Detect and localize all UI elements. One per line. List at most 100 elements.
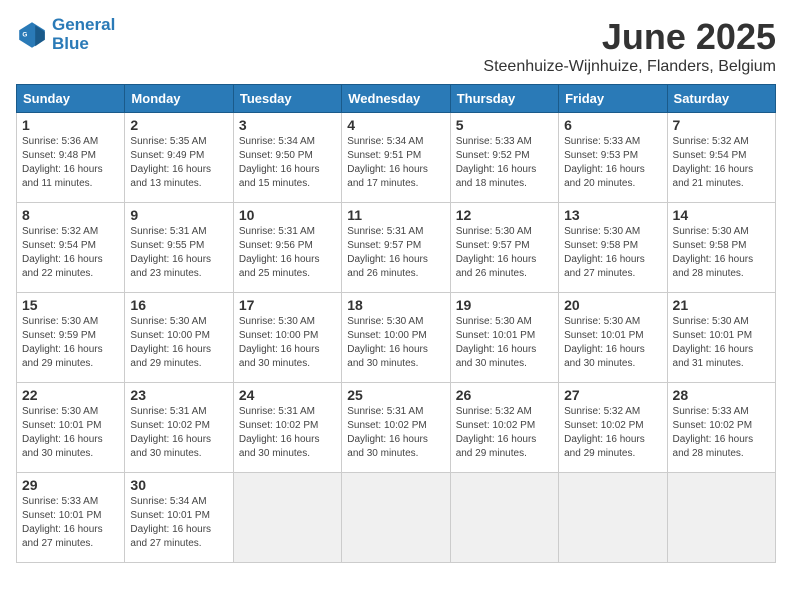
logo-line1: General — [52, 15, 115, 34]
col-saturday: Saturday — [667, 85, 775, 113]
col-friday: Friday — [559, 85, 667, 113]
calendar-cell — [450, 473, 558, 563]
day-info: Sunrise: 5:30 AMSunset: 10:00 PMDaylight… — [239, 316, 320, 369]
day-info: Sunrise: 5:30 AMSunset: 10:01 PMDaylight… — [673, 316, 754, 369]
day-number: 3 — [239, 117, 336, 133]
calendar-cell: 11 Sunrise: 5:31 AMSunset: 9:57 PMDaylig… — [342, 203, 450, 293]
day-info: Sunrise: 5:33 AMSunset: 10:02 PMDaylight… — [673, 406, 754, 459]
col-wednesday: Wednesday — [342, 85, 450, 113]
day-info: Sunrise: 5:32 AMSunset: 10:02 PMDaylight… — [456, 406, 537, 459]
month-title: June 2025 — [483, 16, 776, 58]
calendar-week-2: 8 Sunrise: 5:32 AMSunset: 9:54 PMDayligh… — [17, 203, 776, 293]
day-info: Sunrise: 5:31 AMSunset: 9:55 PMDaylight:… — [130, 226, 211, 279]
calendar-cell: 12 Sunrise: 5:30 AMSunset: 9:57 PMDaylig… — [450, 203, 558, 293]
calendar-week-4: 22 Sunrise: 5:30 AMSunset: 10:01 PMDayli… — [17, 383, 776, 473]
day-number: 24 — [239, 387, 336, 403]
day-info: Sunrise: 5:31 AMSunset: 10:02 PMDaylight… — [130, 406, 211, 459]
day-number: 11 — [347, 207, 444, 223]
day-info: Sunrise: 5:33 AMSunset: 9:53 PMDaylight:… — [564, 136, 645, 189]
day-number: 14 — [673, 207, 770, 223]
calendar-cell: 13 Sunrise: 5:30 AMSunset: 9:58 PMDaylig… — [559, 203, 667, 293]
calendar-cell: 25 Sunrise: 5:31 AMSunset: 10:02 PMDayli… — [342, 383, 450, 473]
calendar-cell: 5 Sunrise: 5:33 AMSunset: 9:52 PMDayligh… — [450, 113, 558, 203]
calendar-week-1: 1 Sunrise: 5:36 AMSunset: 9:48 PMDayligh… — [17, 113, 776, 203]
logo-icon: G — [16, 19, 48, 51]
calendar-cell: 29 Sunrise: 5:33 AMSunset: 10:01 PMDayli… — [17, 473, 125, 563]
day-number: 30 — [130, 477, 227, 493]
calendar-week-3: 15 Sunrise: 5:30 AMSunset: 9:59 PMDaylig… — [17, 293, 776, 383]
logo-line2: Blue — [52, 35, 115, 54]
calendar-cell: 18 Sunrise: 5:30 AMSunset: 10:00 PMDayli… — [342, 293, 450, 383]
day-info: Sunrise: 5:34 AMSunset: 9:50 PMDaylight:… — [239, 136, 320, 189]
calendar-cell: 20 Sunrise: 5:30 AMSunset: 10:01 PMDayli… — [559, 293, 667, 383]
day-number: 6 — [564, 117, 661, 133]
calendar-cell: 2 Sunrise: 5:35 AMSunset: 9:49 PMDayligh… — [125, 113, 233, 203]
day-info: Sunrise: 5:30 AMSunset: 9:57 PMDaylight:… — [456, 226, 537, 279]
day-number: 7 — [673, 117, 770, 133]
day-number: 20 — [564, 297, 661, 313]
day-info: Sunrise: 5:36 AMSunset: 9:48 PMDaylight:… — [22, 136, 103, 189]
header: G General Blue June 2025 Steenhuize-Wijn… — [16, 16, 776, 76]
calendar-cell: 6 Sunrise: 5:33 AMSunset: 9:53 PMDayligh… — [559, 113, 667, 203]
col-monday: Monday — [125, 85, 233, 113]
calendar-cell: 14 Sunrise: 5:30 AMSunset: 9:58 PMDaylig… — [667, 203, 775, 293]
day-number: 27 — [564, 387, 661, 403]
calendar-cell: 15 Sunrise: 5:30 AMSunset: 9:59 PMDaylig… — [17, 293, 125, 383]
calendar-cell: 9 Sunrise: 5:31 AMSunset: 9:55 PMDayligh… — [125, 203, 233, 293]
day-info: Sunrise: 5:32 AMSunset: 9:54 PMDaylight:… — [673, 136, 754, 189]
calendar-cell: 19 Sunrise: 5:30 AMSunset: 10:01 PMDayli… — [450, 293, 558, 383]
day-number: 1 — [22, 117, 119, 133]
calendar-cell: 24 Sunrise: 5:31 AMSunset: 10:02 PMDayli… — [233, 383, 341, 473]
day-info: Sunrise: 5:30 AMSunset: 9:58 PMDaylight:… — [673, 226, 754, 279]
day-number: 5 — [456, 117, 553, 133]
calendar-cell: 10 Sunrise: 5:31 AMSunset: 9:56 PMDaylig… — [233, 203, 341, 293]
day-number: 9 — [130, 207, 227, 223]
day-info: Sunrise: 5:31 AMSunset: 10:02 PMDaylight… — [239, 406, 320, 459]
day-number: 16 — [130, 297, 227, 313]
day-number: 10 — [239, 207, 336, 223]
calendar-cell — [559, 473, 667, 563]
calendar-week-5: 29 Sunrise: 5:33 AMSunset: 10:01 PMDayli… — [17, 473, 776, 563]
day-info: Sunrise: 5:30 AMSunset: 10:01 PMDaylight… — [456, 316, 537, 369]
day-info: Sunrise: 5:30 AMSunset: 10:00 PMDaylight… — [347, 316, 428, 369]
calendar-cell: 23 Sunrise: 5:31 AMSunset: 10:02 PMDayli… — [125, 383, 233, 473]
day-info: Sunrise: 5:30 AMSunset: 10:00 PMDaylight… — [130, 316, 211, 369]
day-number: 22 — [22, 387, 119, 403]
calendar-cell: 22 Sunrise: 5:30 AMSunset: 10:01 PMDayli… — [17, 383, 125, 473]
calendar-cell: 28 Sunrise: 5:33 AMSunset: 10:02 PMDayli… — [667, 383, 775, 473]
day-info: Sunrise: 5:34 AMSunset: 10:01 PMDaylight… — [130, 496, 211, 549]
day-info: Sunrise: 5:31 AMSunset: 9:57 PMDaylight:… — [347, 226, 428, 279]
calendar-cell: 3 Sunrise: 5:34 AMSunset: 9:50 PMDayligh… — [233, 113, 341, 203]
day-info: Sunrise: 5:32 AMSunset: 10:02 PMDaylight… — [564, 406, 645, 459]
day-number: 28 — [673, 387, 770, 403]
day-number: 18 — [347, 297, 444, 313]
calendar-cell: 17 Sunrise: 5:30 AMSunset: 10:00 PMDayli… — [233, 293, 341, 383]
day-info: Sunrise: 5:35 AMSunset: 9:49 PMDaylight:… — [130, 136, 211, 189]
day-info: Sunrise: 5:34 AMSunset: 9:51 PMDaylight:… — [347, 136, 428, 189]
logo-text: General Blue — [52, 16, 115, 53]
svg-text:G: G — [22, 31, 27, 38]
calendar-cell: 7 Sunrise: 5:32 AMSunset: 9:54 PMDayligh… — [667, 113, 775, 203]
col-tuesday: Tuesday — [233, 85, 341, 113]
col-thursday: Thursday — [450, 85, 558, 113]
calendar-header-row: Sunday Monday Tuesday Wednesday Thursday… — [17, 85, 776, 113]
calendar-cell: 4 Sunrise: 5:34 AMSunset: 9:51 PMDayligh… — [342, 113, 450, 203]
calendar-cell — [233, 473, 341, 563]
day-number: 4 — [347, 117, 444, 133]
day-info: Sunrise: 5:30 AMSunset: 9:58 PMDaylight:… — [564, 226, 645, 279]
calendar-cell — [342, 473, 450, 563]
day-number: 26 — [456, 387, 553, 403]
day-number: 12 — [456, 207, 553, 223]
day-number: 15 — [22, 297, 119, 313]
day-number: 2 — [130, 117, 227, 133]
calendar-cell: 27 Sunrise: 5:32 AMSunset: 10:02 PMDayli… — [559, 383, 667, 473]
calendar-table: Sunday Monday Tuesday Wednesday Thursday… — [16, 84, 776, 563]
day-info: Sunrise: 5:30 AMSunset: 10:01 PMDaylight… — [22, 406, 103, 459]
title-area: June 2025 Steenhuize-Wijnhuize, Flanders… — [483, 16, 776, 76]
day-info: Sunrise: 5:33 AMSunset: 10:01 PMDaylight… — [22, 496, 103, 549]
location-title: Steenhuize-Wijnhuize, Flanders, Belgium — [483, 58, 776, 76]
calendar-cell: 30 Sunrise: 5:34 AMSunset: 10:01 PMDayli… — [125, 473, 233, 563]
calendar-cell: 26 Sunrise: 5:32 AMSunset: 10:02 PMDayli… — [450, 383, 558, 473]
day-info: Sunrise: 5:32 AMSunset: 9:54 PMDaylight:… — [22, 226, 103, 279]
calendar-cell — [667, 473, 775, 563]
